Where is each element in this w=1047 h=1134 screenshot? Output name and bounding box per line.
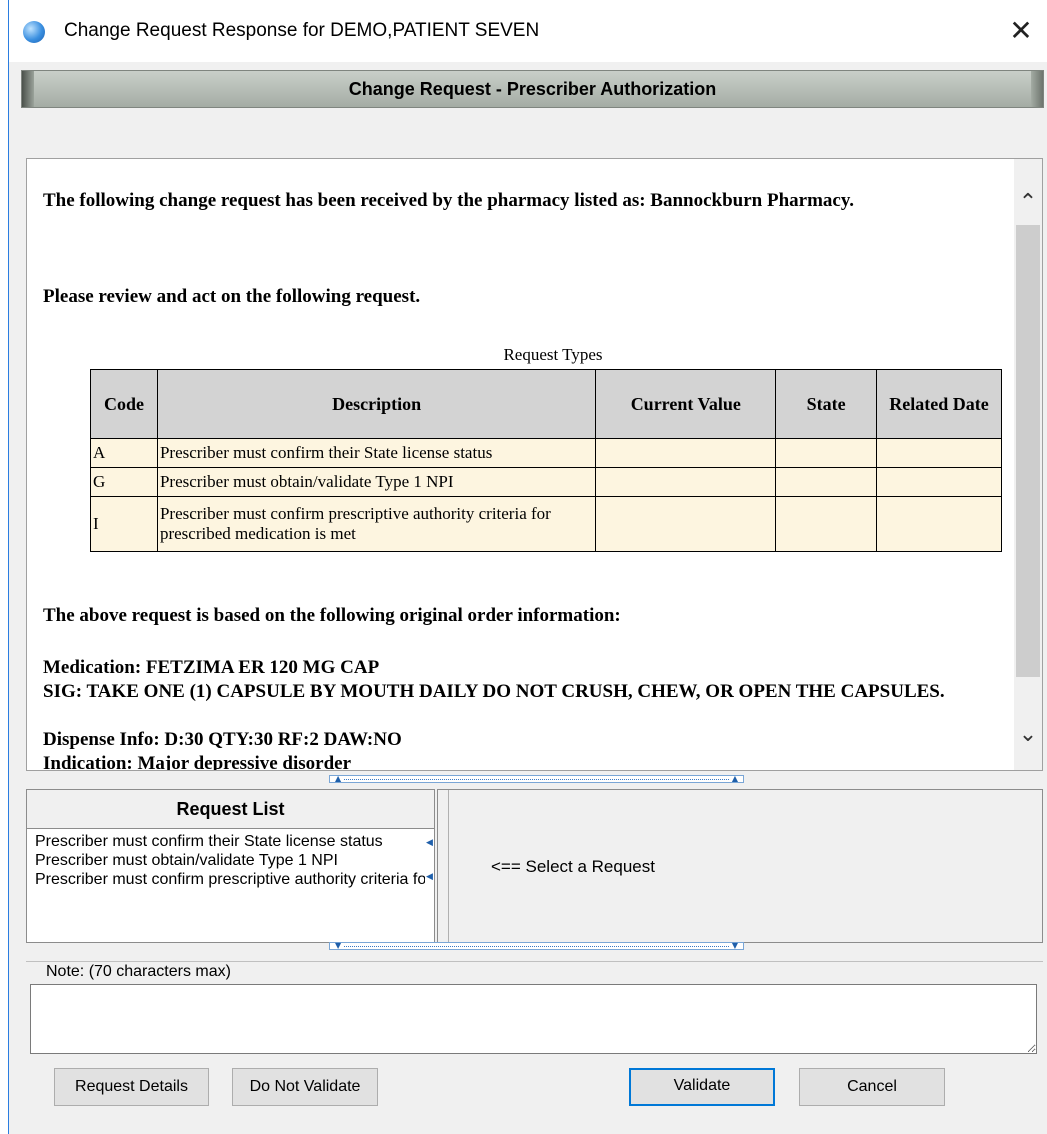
table-header-row: Code Description Current Value State Rel… (90, 369, 1002, 439)
lower-splitter-handle[interactable]: ▼ ▼ (329, 942, 744, 950)
table-row: I Prescriber must confirm prescriptive a… (90, 496, 1002, 552)
section-header: Change Request - Prescriber Authorizatio… (21, 70, 1044, 108)
cell-description: Prescriber must confirm prescriptive aut… (156, 496, 597, 552)
table-row: G Prescriber must obtain/validate Type 1… (90, 467, 1002, 497)
cell-current-value (595, 496, 777, 552)
list-item[interactable]: Prescriber must confirm their State lice… (35, 833, 433, 851)
cell-current-value (595, 438, 777, 468)
left-arrow-icon: ◀ (426, 838, 433, 848)
dialog-window: Change Request Response for DEMO,PATIENT… (8, 0, 1047, 1134)
cell-description: Prescriber must obtain/validate Type 1 N… (156, 467, 597, 497)
table-caption: Request Types (503, 345, 603, 364)
splitter-up-arrow-icon: ▲ (731, 774, 738, 783)
close-icon[interactable]: ✕ (1004, 14, 1038, 48)
cell-code: G (90, 467, 158, 497)
column-header-code: Code (90, 369, 158, 439)
column-header-state: State (775, 369, 878, 439)
cell-description: Prescriber must confirm their State lice… (156, 438, 597, 468)
request-content-pane[interactable]: The following change request has been re… (26, 158, 1043, 771)
request-list-panel: Request List Prescriber must confirm the… (26, 789, 435, 943)
cell-related-date (876, 438, 1002, 468)
validate-button[interactable]: Validate (629, 1068, 775, 1106)
request-details-button[interactable]: Request Details (54, 1068, 209, 1106)
basis-text: The above request is based on the follow… (43, 605, 621, 626)
sig-text: SIG: TAKE ONE (1) CAPSULE BY MOUTH DAILY… (43, 681, 945, 702)
upper-splitter-handle[interactable]: ▲ ▲ (329, 775, 744, 783)
column-header-current-value: Current Value (595, 369, 777, 439)
content-scrollbar[interactable]: ⌃ ⌄ (1014, 159, 1042, 770)
splitter-up-arrow-icon: ▲ (335, 774, 342, 783)
list-item[interactable]: Prescriber must obtain/validate Type 1 N… (35, 852, 433, 870)
window-title: Change Request Response for DEMO,PATIENT… (64, 20, 540, 41)
note-label: Note: (70 characters max) (46, 963, 233, 981)
cell-related-date (876, 496, 1002, 552)
instruction-text: Please review and act on the following r… (43, 286, 421, 307)
cell-code: I (90, 496, 158, 552)
scroll-thumb[interactable] (1016, 225, 1040, 677)
left-arrow-icon: ◀ (426, 872, 433, 882)
dispense-text: Dispense Info: D:30 QTY:30 RF:2 DAW:NO (43, 729, 402, 750)
title-bar: Change Request Response for DEMO,PATIENT… (9, 0, 1047, 62)
splitter-down-arrow-icon: ▼ (731, 941, 738, 950)
column-header-description: Description (156, 369, 597, 439)
indication-text: Indication: Major depressive disorder (43, 753, 352, 771)
request-list[interactable]: Prescriber must confirm their State lice… (27, 828, 434, 942)
scroll-up-icon[interactable]: ⌃ (1014, 185, 1042, 221)
select-request-hint: <== Select a Request (491, 857, 655, 876)
medication-text: Medication: FETZIMA ER 120 MG CAP (43, 657, 380, 678)
cell-related-date (876, 467, 1002, 497)
note-group: Note: (70 characters max) (26, 961, 1043, 1057)
cell-state (775, 467, 878, 497)
scroll-down-icon[interactable]: ⌄ (1014, 717, 1042, 753)
cell-state (775, 496, 878, 552)
intro-text: The following change request has been re… (43, 190, 855, 211)
note-input[interactable] (30, 984, 1037, 1054)
app-globe-icon (23, 21, 45, 43)
cell-state (775, 438, 878, 468)
table-row: A Prescriber must confirm their State li… (90, 438, 1002, 468)
request-types-table: Code Description Current Value State Rel… (90, 369, 1002, 552)
cell-current-value (595, 467, 777, 497)
splitter-down-arrow-icon: ▼ (335, 941, 342, 950)
list-splitter-handle[interactable]: ◀ ◀ (425, 829, 434, 942)
do-not-validate-button[interactable]: Do Not Validate (232, 1068, 378, 1106)
request-detail-panel: <== Select a Request (437, 789, 1043, 943)
column-header-related-date: Related Date (876, 369, 1002, 439)
cell-code: A (90, 438, 158, 468)
request-list-header: Request List (176, 799, 285, 819)
list-item[interactable]: Prescriber must confirm prescriptive aut… (35, 871, 433, 889)
cancel-button[interactable]: Cancel (799, 1068, 945, 1106)
